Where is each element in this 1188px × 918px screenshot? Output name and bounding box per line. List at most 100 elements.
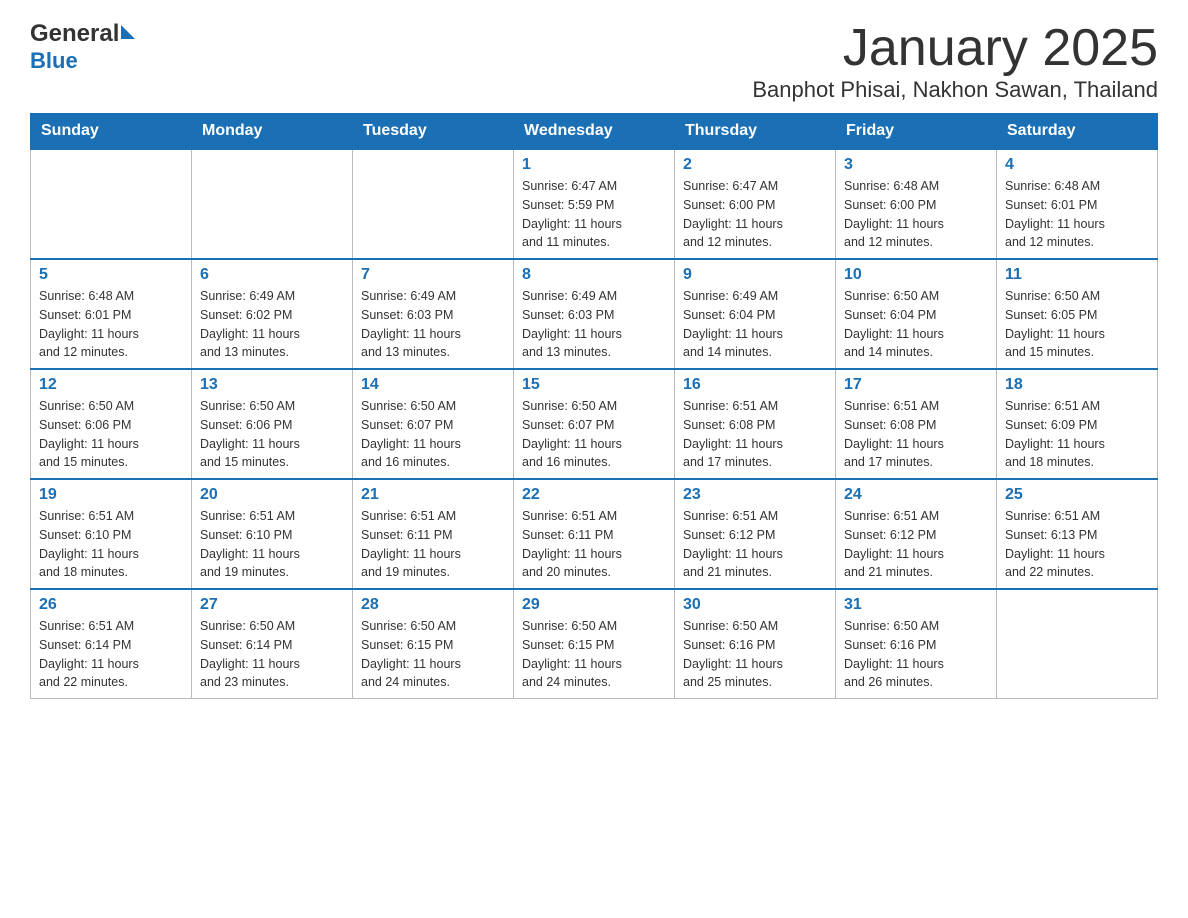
day-number: 22 [522,486,666,504]
calendar-cell: 6 Sunrise: 6:49 AM Sunset: 6:02 PM Daylig… [192,259,353,369]
day-info: Sunrise: 6:51 AM Sunset: 6:12 PM Dayligh… [683,507,827,582]
day-info: Sunrise: 6:50 AM Sunset: 6:16 PM Dayligh… [683,617,827,692]
location-title: Banphot Phisai, Nakhon Sawan, Thailand [752,77,1158,103]
day-info: Sunrise: 6:50 AM Sunset: 6:07 PM Dayligh… [361,397,505,472]
day-info: Sunrise: 6:50 AM Sunset: 6:05 PM Dayligh… [1005,287,1149,362]
week-row-4: 19 Sunrise: 6:51 AM Sunset: 6:10 PM Dayli… [31,479,1158,589]
day-of-week-friday: Friday [836,114,997,150]
calendar-cell: 15 Sunrise: 6:50 AM Sunset: 6:07 PM Dayli… [514,369,675,479]
day-info: Sunrise: 6:50 AM Sunset: 6:07 PM Dayligh… [522,397,666,472]
day-info: Sunrise: 6:50 AM Sunset: 6:14 PM Dayligh… [200,617,344,692]
calendar-cell: 3Sunrise: 6:48 AM Sunset: 6:00 PM Daylig… [836,149,997,259]
calendar-cell: 7 Sunrise: 6:49 AM Sunset: 6:03 PM Daylig… [353,259,514,369]
calendar-cell: 16 Sunrise: 6:51 AM Sunset: 6:08 PM Dayli… [675,369,836,479]
day-number: 13 [200,376,344,394]
days-of-week-row: SundayMondayTuesdayWednesdayThursdayFrid… [31,114,1158,150]
day-of-week-wednesday: Wednesday [514,114,675,150]
calendar-header: SundayMondayTuesdayWednesdayThursdayFrid… [31,114,1158,150]
day-number: 20 [200,486,344,504]
day-number: 8 [522,266,666,284]
day-info: Sunrise: 6:51 AM Sunset: 6:10 PM Dayligh… [200,507,344,582]
day-number: 18 [1005,376,1149,394]
day-number: 10 [844,266,988,284]
day-number: 1 [522,156,666,174]
day-info: Sunrise: 6:51 AM Sunset: 6:10 PM Dayligh… [39,507,183,582]
calendar-cell [353,149,514,259]
day-number: 4 [1005,156,1149,174]
day-info: Sunrise: 6:48 AM Sunset: 6:01 PM Dayligh… [1005,177,1149,252]
day-number: 25 [1005,486,1149,504]
week-row-2: 5Sunrise: 6:48 AM Sunset: 6:01 PM Daylig… [31,259,1158,369]
calendar-cell [997,589,1158,699]
day-of-week-tuesday: Tuesday [353,114,514,150]
calendar-cell: 8 Sunrise: 6:49 AM Sunset: 6:03 PM Daylig… [514,259,675,369]
page-header: General Blue January 2025 Banphot Phisai… [30,20,1158,103]
day-info: Sunrise: 6:50 AM Sunset: 6:06 PM Dayligh… [200,397,344,472]
calendar-cell: 13 Sunrise: 6:50 AM Sunset: 6:06 PM Dayli… [192,369,353,479]
day-number: 23 [683,486,827,504]
calendar-cell: 20 Sunrise: 6:51 AM Sunset: 6:10 PM Dayli… [192,479,353,589]
day-number: 12 [39,376,183,394]
day-info: Sunrise: 6:49 AM Sunset: 6:04 PM Dayligh… [683,287,827,362]
day-info: Sunrise: 6:51 AM Sunset: 6:12 PM Dayligh… [844,507,988,582]
week-row-1: 1 Sunrise: 6:47 AM Sunset: 5:59 PM Daylig… [31,149,1158,259]
day-number: 17 [844,376,988,394]
day-info: Sunrise: 6:51 AM Sunset: 6:08 PM Dayligh… [844,397,988,472]
logo-general: General [30,20,119,48]
day-number: 29 [522,596,666,614]
calendar-cell [192,149,353,259]
calendar-cell: 24Sunrise: 6:51 AM Sunset: 6:12 PM Dayli… [836,479,997,589]
day-number: 6 [200,266,344,284]
day-info: Sunrise: 6:49 AM Sunset: 6:03 PM Dayligh… [361,287,505,362]
calendar-cell: 31 Sunrise: 6:50 AM Sunset: 6:16 PM Dayli… [836,589,997,699]
day-info: Sunrise: 6:50 AM Sunset: 6:15 PM Dayligh… [361,617,505,692]
day-of-week-thursday: Thursday [675,114,836,150]
calendar-cell: 1 Sunrise: 6:47 AM Sunset: 5:59 PM Daylig… [514,149,675,259]
day-number: 21 [361,486,505,504]
calendar-cell: 12 Sunrise: 6:50 AM Sunset: 6:06 PM Dayli… [31,369,192,479]
day-number: 16 [683,376,827,394]
day-of-week-saturday: Saturday [997,114,1158,150]
logo-blue: Blue [30,48,78,73]
day-number: 26 [39,596,183,614]
day-number: 7 [361,266,505,284]
day-number: 27 [200,596,344,614]
day-number: 28 [361,596,505,614]
calendar-cell: 9 Sunrise: 6:49 AM Sunset: 6:04 PM Daylig… [675,259,836,369]
day-info: Sunrise: 6:51 AM Sunset: 6:09 PM Dayligh… [1005,397,1149,472]
day-info: Sunrise: 6:51 AM Sunset: 6:14 PM Dayligh… [39,617,183,692]
day-info: Sunrise: 6:51 AM Sunset: 6:11 PM Dayligh… [361,507,505,582]
day-info: Sunrise: 6:51 AM Sunset: 6:11 PM Dayligh… [522,507,666,582]
day-info: Sunrise: 6:50 AM Sunset: 6:16 PM Dayligh… [844,617,988,692]
calendar-cell: 21 Sunrise: 6:51 AM Sunset: 6:11 PM Dayli… [353,479,514,589]
day-number: 31 [844,596,988,614]
day-number: 15 [522,376,666,394]
day-info: Sunrise: 6:50 AM Sunset: 6:04 PM Dayligh… [844,287,988,362]
calendar-cell: 5Sunrise: 6:48 AM Sunset: 6:01 PM Daylig… [31,259,192,369]
calendar-cell: 28 Sunrise: 6:50 AM Sunset: 6:15 PM Dayli… [353,589,514,699]
calendar-cell: 11 Sunrise: 6:50 AM Sunset: 6:05 PM Dayli… [997,259,1158,369]
day-info: Sunrise: 6:49 AM Sunset: 6:02 PM Dayligh… [200,287,344,362]
calendar-cell: 27 Sunrise: 6:50 AM Sunset: 6:14 PM Dayli… [192,589,353,699]
calendar-cell: 14 Sunrise: 6:50 AM Sunset: 6:07 PM Dayli… [353,369,514,479]
calendar-cell: 29 Sunrise: 6:50 AM Sunset: 6:15 PM Dayli… [514,589,675,699]
day-info: Sunrise: 6:51 AM Sunset: 6:08 PM Dayligh… [683,397,827,472]
day-info: Sunrise: 6:50 AM Sunset: 6:06 PM Dayligh… [39,397,183,472]
day-number: 5 [39,266,183,284]
calendar-table: SundayMondayTuesdayWednesdayThursdayFrid… [30,113,1158,699]
logo-triangle-icon [121,25,135,39]
day-info: Sunrise: 6:50 AM Sunset: 6:15 PM Dayligh… [522,617,666,692]
day-info: Sunrise: 6:49 AM Sunset: 6:03 PM Dayligh… [522,287,666,362]
calendar-body: 1 Sunrise: 6:47 AM Sunset: 5:59 PM Daylig… [31,149,1158,699]
calendar-cell: 23 Sunrise: 6:51 AM Sunset: 6:12 PM Dayli… [675,479,836,589]
day-number: 19 [39,486,183,504]
calendar-cell: 30 Sunrise: 6:50 AM Sunset: 6:16 PM Dayli… [675,589,836,699]
day-number: 9 [683,266,827,284]
day-number: 30 [683,596,827,614]
day-info: Sunrise: 6:47 AM Sunset: 5:59 PM Dayligh… [522,177,666,252]
calendar-cell: 4 Sunrise: 6:48 AM Sunset: 6:01 PM Daylig… [997,149,1158,259]
day-info: Sunrise: 6:47 AM Sunset: 6:00 PM Dayligh… [683,177,827,252]
day-of-week-sunday: Sunday [31,114,192,150]
day-number: 11 [1005,266,1149,284]
day-number: 14 [361,376,505,394]
